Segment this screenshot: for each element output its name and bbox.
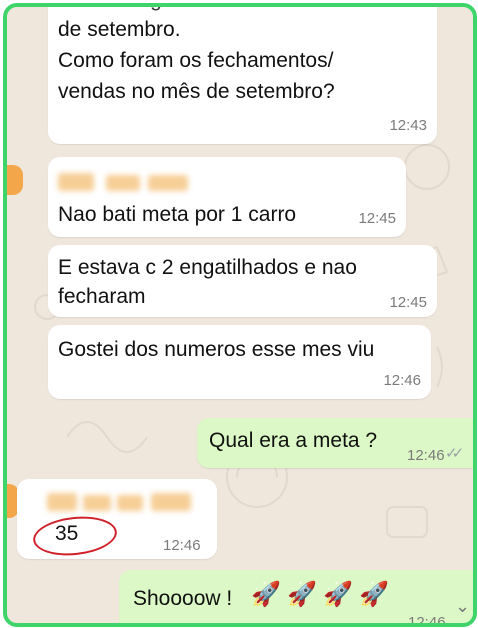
message-text-line: Como foram os fechamentos/ (58, 49, 334, 72)
message-text-line: vendas no mês de setembro? (58, 80, 335, 103)
message-bubble-incoming[interactable]: Nao bati meta por 1 carro 12:45 (48, 157, 406, 237)
sender-name-redacted (58, 173, 94, 191)
avatar-fragment (7, 165, 23, 195)
message-timestamp: 12:45 (389, 294, 427, 311)
message-bubble-incoming[interactable]: E estava c 2 engatilhados e nao fecharam… (48, 245, 437, 317)
message-text-line: de setembro. (58, 18, 181, 41)
chevron-down-icon[interactable]: ⌄ (455, 592, 470, 621)
message-timestamp: 12:43 (389, 117, 427, 134)
rocket-icon: 🚀 (287, 581, 317, 608)
message-bubble-incoming[interactable]: 35 12:46 (17, 479, 217, 560)
message-text: Nao bati meta por 1 carro (58, 203, 297, 226)
chat-screen: segue o relatório mensal de setembro. Co… (3, 3, 477, 627)
message-text: Gostei dos numeros esse mes viu (58, 338, 375, 361)
message-bubble-outgoing[interactable]: Shoooow ! 🚀 🚀 🚀 🚀 12:46 ⌄ (119, 570, 473, 627)
message-text-line: fecharam (58, 285, 146, 308)
rocket-icon: 🚀 (323, 581, 353, 608)
message-partial-line: segue o relatório mensal (128, 7, 358, 13)
message-bubble-outgoing[interactable]: Qual era a meta ? 12:46 ✓✓ (197, 418, 473, 468)
message-text-line: E estava c 2 engatilhados e nao (58, 256, 357, 279)
rocket-icon: 🚀 (359, 581, 389, 608)
sender-name-redacted (151, 493, 191, 511)
message-timestamp: 12:46 (383, 372, 421, 389)
message-bubble-incoming[interactable]: segue o relatório mensal de setembro. Co… (48, 7, 437, 144)
red-circle-annotation (31, 512, 119, 560)
message-timestamp: 12:46 (163, 537, 201, 554)
message-timestamp: 12:46 (407, 447, 445, 464)
sender-name-redacted (106, 175, 140, 191)
sender-name-redacted (117, 495, 143, 511)
sender-name-redacted (47, 493, 77, 511)
sender-name-redacted (148, 175, 188, 191)
message-text: Shoooow ! (133, 587, 233, 610)
message-bubble-incoming[interactable]: Gostei dos numeros esse mes viu 12:46 (48, 325, 431, 399)
message-timestamp: 12:45 (358, 210, 396, 227)
message-timestamp: 12:46 (408, 614, 446, 627)
message-text: Qual era a meta ? (209, 429, 378, 452)
double-check-icon: ✓✓ (445, 445, 464, 462)
sender-name-redacted (83, 495, 111, 511)
rocket-icon: 🚀 (251, 581, 281, 608)
